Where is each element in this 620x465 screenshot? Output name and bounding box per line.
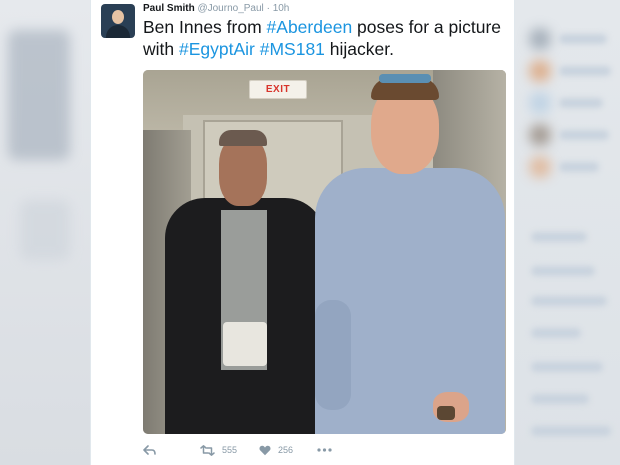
blurred-link: [531, 266, 595, 276]
blurred-link: [531, 426, 611, 436]
author-name[interactable]: Paul Smith: [143, 3, 195, 14]
blurred-image: [8, 30, 70, 160]
reply-button[interactable]: [143, 444, 156, 456]
tweet-header: Paul Smith @Journo_Paul · 10h: [143, 3, 289, 14]
blurred-text-line: [559, 162, 599, 172]
blurred-avatar: [529, 124, 551, 146]
blurred-link: [531, 328, 581, 338]
blurred-avatar: [529, 28, 551, 50]
tweet-photo[interactable]: EXIT: [143, 70, 506, 434]
blurred-background-left: [0, 0, 90, 465]
blurred-background-right: [515, 0, 620, 465]
blurred-text-line: [559, 130, 609, 140]
blurred-text-line: [559, 98, 603, 108]
retweet-icon: [200, 444, 215, 456]
blurred-text-line: [559, 34, 607, 44]
exit-sign: EXIT: [249, 80, 307, 99]
retweet-count: 555: [222, 445, 238, 455]
explosive-belt: [223, 322, 267, 366]
right-person-sunglasses: [379, 74, 431, 83]
watch: [437, 406, 455, 420]
blurred-link: [531, 394, 589, 404]
author-handle[interactable]: @Journo_Paul: [197, 3, 263, 14]
left-person-hair: [219, 130, 267, 146]
blurred-link: [531, 362, 603, 372]
blurred-avatar: [529, 92, 551, 114]
right-person-arm: [315, 300, 351, 410]
tweet-text-segment: Ben Innes from: [143, 17, 267, 37]
author-avatar[interactable]: [101, 4, 135, 38]
left-person-face: [219, 136, 267, 206]
reply-icon: [143, 444, 156, 456]
more-button[interactable]: [317, 448, 332, 452]
blurred-avatar: [529, 156, 551, 178]
blurred-shape: [20, 200, 70, 260]
blurred-text-line: [559, 66, 611, 76]
blurred-link: [531, 296, 607, 306]
tweet-text-segment: hijacker.: [324, 39, 394, 59]
hashtag-aberdeen[interactable]: #Aberdeen: [267, 17, 353, 37]
blurred-avatar: [529, 60, 551, 82]
tweet-timestamp[interactable]: 10h: [273, 3, 290, 14]
avatar-head: [112, 10, 124, 24]
more-icon: [317, 448, 332, 452]
heart-icon: [259, 445, 271, 456]
like-button[interactable]: 256: [259, 445, 293, 456]
retweet-button[interactable]: 555: [200, 444, 238, 456]
blurred-link: [531, 232, 587, 242]
avatar-shoulders: [106, 25, 130, 38]
hashtag-ms181[interactable]: #MS181: [260, 39, 325, 59]
tweet-text: Ben Innes from #Aberdeen poses for a pic…: [143, 16, 508, 60]
hashtag-egyptair[interactable]: #EgyptAir: [179, 39, 255, 59]
header-separator: ·: [266, 3, 270, 14]
tweet-card: Paul Smith @Journo_Paul · 10h Ben Innes …: [90, 0, 515, 465]
like-count: 256: [278, 445, 294, 455]
tweet-actions: 555 256: [143, 441, 332, 459]
